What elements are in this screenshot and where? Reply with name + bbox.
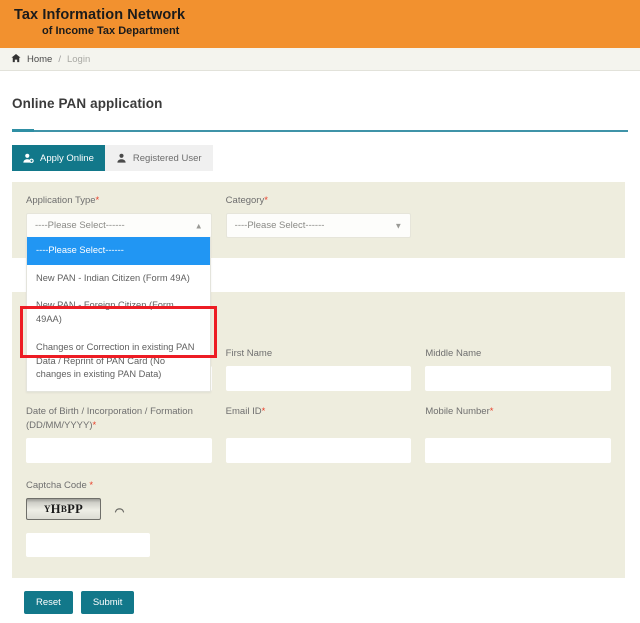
mobile-required-mark: *	[489, 406, 494, 417]
refresh-icon[interactable]	[113, 503, 126, 516]
application-type-label: Application Type*	[26, 194, 212, 208]
dob-label-text: Date of Birth / Incorporation / Formatio…	[26, 406, 193, 431]
submit-button[interactable]: Submit	[80, 591, 135, 614]
tab-registered-user-label: Registered User	[132, 152, 202, 164]
form-actions: Reset Submit	[24, 591, 640, 614]
captcha-char-2: H	[50, 501, 61, 516]
dropdown-option-3[interactable]: Changes or Correction in existing PAN Da…	[27, 333, 210, 391]
breadcrumb-current: Login	[66, 53, 91, 65]
middle-name-input[interactable]	[425, 366, 612, 391]
breadcrumb: Home / Login	[0, 48, 640, 71]
category-value: ----Please Select------	[234, 220, 325, 231]
dob-input[interactable]	[26, 438, 212, 463]
page-root: Tax Information Network of Income Tax De…	[0, 0, 640, 623]
first-name-input[interactable]	[225, 366, 412, 391]
breadcrumb-home-link[interactable]: Home	[27, 54, 52, 65]
divider-accent	[12, 129, 34, 132]
category-label: Category*	[226, 194, 412, 208]
captcha-input[interactable]	[26, 533, 150, 557]
captcha-group: Captcha Code * Y H B PP	[26, 479, 611, 557]
captcha-required-mark: *	[89, 480, 94, 491]
category-label-text: Category	[225, 195, 265, 206]
page-title: Online PAN application	[12, 96, 163, 111]
breadcrumb-separator: /	[58, 53, 61, 65]
captcha-row: Y H B PP	[26, 498, 611, 520]
application-type-value: ----Please Select------	[35, 220, 125, 231]
captcha-label-text: Captcha Code	[26, 480, 87, 491]
brand-subtitle: of Income Tax Department	[42, 25, 180, 37]
dropdown-option-0[interactable]: ----Please Select------	[27, 237, 210, 265]
captcha-char-4: PP	[67, 501, 84, 516]
email-input[interactable]	[225, 438, 412, 463]
captcha-image: Y H B PP	[26, 498, 101, 520]
user-icon	[116, 153, 127, 164]
chevron-down-icon: ▼	[394, 221, 403, 230]
category-required-mark: *	[264, 195, 268, 206]
captcha-char-1: Y	[43, 504, 51, 514]
user-add-icon	[23, 153, 34, 164]
mobile-label: Mobile Number*	[425, 405, 611, 433]
reset-button[interactable]: Reset	[24, 591, 73, 614]
mobile-group: Mobile Number*	[425, 405, 612, 463]
contact-row: Date of Birth / Incorporation / Formatio…	[26, 405, 612, 463]
application-type-label-text: Application Type	[26, 195, 96, 206]
selection-spacer	[425, 194, 611, 238]
middle-name-label-text: Middle Name	[425, 348, 482, 359]
tab-apply-online[interactable]: Apply Online	[12, 145, 105, 171]
home-icon	[11, 53, 21, 66]
divider-line	[12, 130, 628, 132]
dropdown-option-2[interactable]: New PAN - Foreign Citizen (Form 49AA)	[27, 292, 210, 333]
dropdown-option-1[interactable]: New PAN - Indian Citizen (Form 49A)	[27, 265, 210, 293]
tab-apply-online-label: Apply Online	[40, 152, 94, 164]
middle-name-group: Middle Name	[425, 347, 612, 391]
application-type-select[interactable]: ----Please Select------ ▲	[26, 213, 212, 238]
application-type-dropdown[interactable]: ----Please Select------ New PAN - Indian…	[26, 237, 211, 392]
mobile-input[interactable]	[425, 438, 612, 463]
tab-bar-filler	[212, 145, 628, 171]
dob-group: Date of Birth / Incorporation / Formatio…	[26, 405, 212, 463]
brand-title: Tax Information Network	[14, 7, 186, 23]
first-name-group: First Name	[225, 347, 412, 391]
email-label-text: Email ID	[225, 406, 262, 417]
tab-bar: Apply Online Registered User	[12, 145, 628, 171]
site-header: Tax Information Network of Income Tax De…	[0, 0, 640, 48]
first-name-label-text: First Name	[225, 348, 273, 359]
chevron-up-icon: ▲	[194, 221, 203, 230]
dob-label: Date of Birth / Incorporation / Formatio…	[26, 405, 212, 433]
email-required-mark: *	[261, 406, 266, 417]
category-select[interactable]: ----Please Select------ ▼	[225, 213, 412, 238]
application-type-group: Application Type* ----Please Select-----…	[26, 194, 212, 238]
mobile-label-text: Mobile Number	[425, 406, 490, 417]
title-divider	[12, 129, 628, 133]
selection-row: Application Type* ----Please Select-----…	[26, 194, 611, 238]
dob-required-mark: *	[92, 420, 97, 431]
application-type-required-mark: *	[95, 195, 100, 206]
captcha-label: Captcha Code *	[26, 479, 611, 493]
email-group: Email ID*	[225, 405, 412, 463]
category-group: Category* ----Please Select------ ▼	[225, 194, 412, 238]
first-name-label: First Name	[226, 347, 412, 361]
tab-registered-user[interactable]: Registered User	[104, 145, 213, 171]
middle-name-label: Middle Name	[425, 347, 611, 361]
email-label: Email ID*	[226, 405, 412, 433]
